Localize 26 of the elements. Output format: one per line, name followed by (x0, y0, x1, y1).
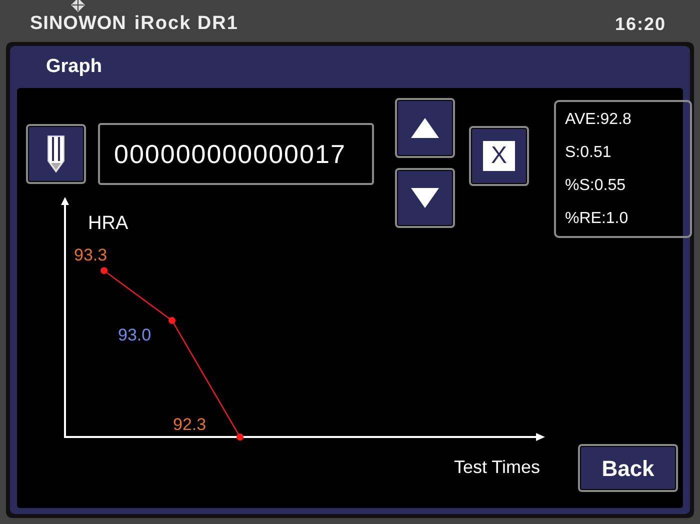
down-arrow-icon (411, 188, 439, 208)
statistic-value: AVE:92.8 (565, 110, 632, 130)
data-point (100, 267, 108, 274)
up-arrow-icon (411, 118, 439, 138)
pencil-icon (46, 135, 66, 173)
axis-caption: Test Times (454, 457, 540, 477)
sample-id-field[interactable]: 000000000000017 (98, 123, 374, 185)
screen-title: Graph (46, 56, 102, 77)
device-model: iRock DR1 (134, 12, 238, 36)
statistic-value: %S:0.55 (565, 176, 626, 196)
logo-diamond-icon (71, 0, 86, 12)
statistic-value: S:0.51 (565, 143, 612, 163)
statistic-value: %RE:1.0 (565, 209, 630, 229)
value-label: 93.0 (118, 326, 152, 344)
data-point (168, 317, 176, 324)
data-point (236, 434, 244, 440)
value-label: 92.3 (173, 415, 206, 434)
brand-logo: SINOWON (30, 12, 126, 36)
value-label: 93.3 (74, 246, 108, 265)
y-axis-label: HRA (88, 213, 128, 234)
clear-button[interactable]: X (469, 126, 529, 186)
clock-time: 16:20 (614, 13, 666, 36)
down-button[interactable] (395, 168, 455, 228)
back-button[interactable]: Back (578, 444, 678, 492)
up-button[interactable] (395, 98, 455, 158)
edit-button[interactable] (26, 124, 86, 184)
